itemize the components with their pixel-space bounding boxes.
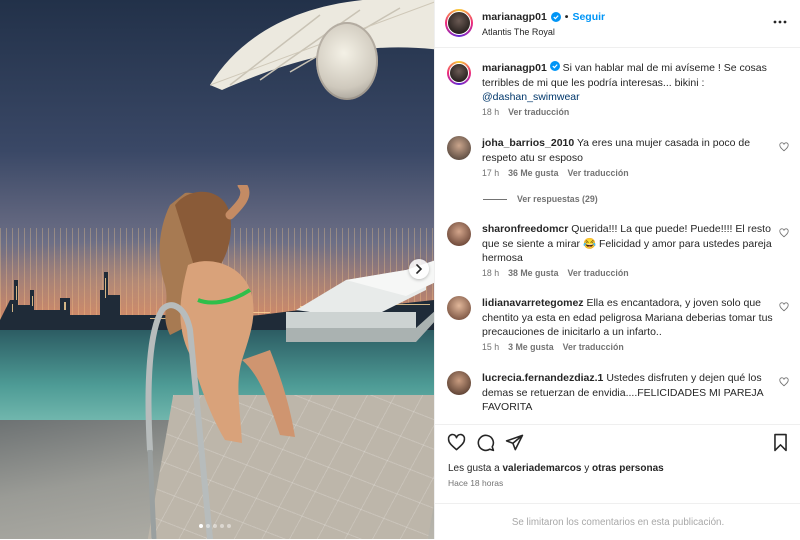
translate-button[interactable]: Ver traducción [508, 107, 569, 117]
comment-likes[interactable]: 38 Me gusta [508, 268, 558, 278]
comment-meta: 15 h 3 Me gusta Ver traducción [482, 342, 624, 352]
likes-prefix: Les gusta a [448, 463, 500, 474]
comment-meta: 17 h 36 Me gusta Ver traducción [482, 168, 629, 178]
comment-text: lidianavarretegomez Ella es encantadora,… [482, 296, 782, 340]
carousel-indicator [199, 524, 231, 528]
translate-button[interactable]: Ver traducción [567, 168, 628, 178]
likes-join: y [584, 463, 590, 474]
comment-icon[interactable] [476, 433, 495, 452]
comment-text: joha_barrios_2010 Ya eres una mujer casa… [482, 136, 782, 165]
verified-icon [549, 61, 560, 71]
comment-age[interactable]: 15 h [482, 342, 499, 352]
comment-age[interactable]: 18 h [482, 268, 499, 278]
commenter-avatar[interactable] [447, 136, 471, 160]
post-photo[interactable] [0, 0, 434, 539]
caption-age[interactable]: 18 h [482, 107, 499, 117]
comment-username[interactable]: sharonfreedomcr [482, 223, 568, 235]
author-row: marianagp01 • Seguir [482, 11, 605, 23]
post-header: marianagp01 • Seguir Atlantis The Royal [435, 0, 800, 48]
post-actions: Les gusta a valeriademarcos y otras pers… [435, 424, 800, 539]
post-location[interactable]: Atlantis The Royal [482, 27, 555, 37]
comment-age[interactable]: 17 h [482, 168, 499, 178]
author-avatar[interactable] [447, 61, 471, 85]
comment-likes[interactable]: 3 Me gusta [508, 342, 553, 352]
comment-username[interactable]: lucrecia.fernandezdiaz.1 [482, 372, 603, 384]
likes-user[interactable]: valeriademarcos [503, 463, 582, 474]
caption-mention[interactable]: @dashan_swimwear [482, 91, 580, 103]
post-details: marianagp01 • Seguir Atlantis The Royal … [434, 0, 800, 539]
commenter-avatar[interactable] [447, 371, 471, 395]
comment-text: sharonfreedomcr Querida!!! La que puede!… [482, 222, 782, 266]
heart-icon[interactable] [779, 302, 789, 312]
heart-icon[interactable] [779, 228, 789, 238]
comment-meta: 18 h 38 Me gusta Ver traducción [482, 268, 629, 278]
instagram-post: marianagp01 • Seguir Atlantis The Royal … [0, 0, 800, 539]
view-replies-button[interactable]: Ver respuestas (29) [483, 194, 598, 204]
likes-others[interactable]: otras personas [592, 463, 664, 474]
author-username[interactable]: marianagp01 [482, 11, 547, 23]
share-icon[interactable] [505, 433, 524, 452]
carousel-dot [206, 524, 210, 528]
carousel-dot [220, 524, 224, 528]
caption-meta: 18 h Ver traducción [482, 107, 569, 117]
next-slide-button[interactable] [409, 259, 429, 279]
follow-button[interactable]: Seguir [572, 11, 605, 23]
pool-handrail [145, 302, 213, 539]
comment-likes[interactable]: 36 Me gusta [508, 168, 558, 178]
heart-icon[interactable] [447, 433, 466, 452]
caption-username[interactable]: marianagp01 [482, 62, 547, 74]
comment-text: lucrecia.fernandezdiaz.1 Ustedes disfrut… [482, 371, 782, 415]
chevron-right-icon [416, 264, 423, 274]
replies-divider [483, 198, 507, 200]
comments-list[interactable]: marianagp01 Si van hablar mal de mi avís… [435, 49, 800, 424]
translate-button[interactable]: Ver traducción [567, 268, 628, 278]
author-avatar[interactable] [445, 9, 473, 37]
likes-summary: Les gusta a valeriademarcos y otras pers… [448, 463, 664, 474]
carousel-dot [227, 524, 231, 528]
carousel-dot [199, 524, 203, 528]
heart-icon[interactable] [779, 142, 789, 152]
verified-icon [550, 12, 561, 22]
bookmark-icon[interactable] [771, 433, 790, 452]
heart-icon[interactable] [779, 377, 789, 387]
post-time[interactable]: Hace 18 horas [448, 478, 503, 488]
commenter-avatar[interactable] [447, 222, 471, 246]
commenter-avatar[interactable] [447, 296, 471, 320]
separator-dot: • [564, 11, 569, 23]
comment-username[interactable]: lidianavarretegomez [482, 297, 584, 309]
caption-text: marianagp01 Si van hablar mal de mi avís… [482, 61, 782, 105]
translate-button[interactable]: Ver traducción [563, 342, 624, 352]
carousel-dot [213, 524, 217, 528]
comments-limited-notice: Se limitaron los comentarios en esta pub… [435, 503, 800, 540]
comment-username[interactable]: joha_barrios_2010 [482, 137, 574, 149]
view-replies-label: Ver respuestas (29) [517, 194, 598, 204]
hanging-lantern [316, 22, 378, 100]
more-options-icon[interactable] [773, 15, 787, 29]
